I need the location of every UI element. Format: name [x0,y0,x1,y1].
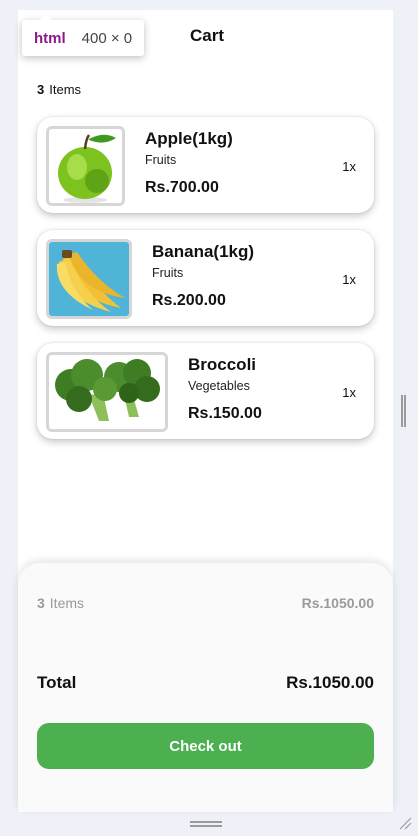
broccoli-image [46,352,168,432]
item-quantity: 1x [342,385,356,400]
checkout-button[interactable]: Check out [37,723,374,769]
inspector-tag: html [34,29,66,47]
item-price: Rs.200.00 [152,292,226,309]
total-value: Rs.1050.00 [286,673,374,692]
inspector-size: 400 × 0 [81,29,133,47]
total-label: Total [37,673,77,692]
cart-item-card[interactable]: Broccoli Vegetables Rs.150.00 1x [37,343,374,439]
summary-item-count: 3 Items [37,595,84,611]
order-summary: 3 Items Rs.1050.00 Total Rs.1050.00 Check… [18,563,393,812]
cart-item-card[interactable]: Banana(1kg) Fruits Rs.200.00 1x [37,230,374,326]
cart-count-number: 3 [37,82,45,97]
banana-image [46,239,132,319]
home-indicator[interactable] [190,821,222,827]
item-category: Vegetables [188,379,250,393]
summary-count-number: 3 [37,595,45,611]
cart-item-count: 3 Items [37,82,81,97]
item-category: Fruits [152,266,184,280]
item-quantity: 1x [342,272,356,287]
cart-count-label: Items [49,82,82,97]
item-price: Rs.700.00 [145,179,219,196]
element-inspector-tooltip: html 400 × 0 [22,14,145,56]
resize-corner-icon[interactable] [398,816,412,830]
resize-handle[interactable] [401,395,406,427]
item-name: Apple(1kg) [145,129,233,148]
page-title: Cart [190,26,225,45]
cart-item-card[interactable]: Apple(1kg) Fruits Rs.700.00 1x [37,117,374,213]
item-name: Banana(1kg) [152,242,255,261]
summary-subtotal: Rs.1050.00 [301,595,374,611]
item-name: Broccoli [188,355,257,374]
item-quantity: 1x [342,159,356,174]
item-price: Rs.150.00 [188,405,262,422]
apple-image [46,126,125,206]
item-category: Fruits [145,153,177,167]
summary-count-label: Items [49,595,85,611]
